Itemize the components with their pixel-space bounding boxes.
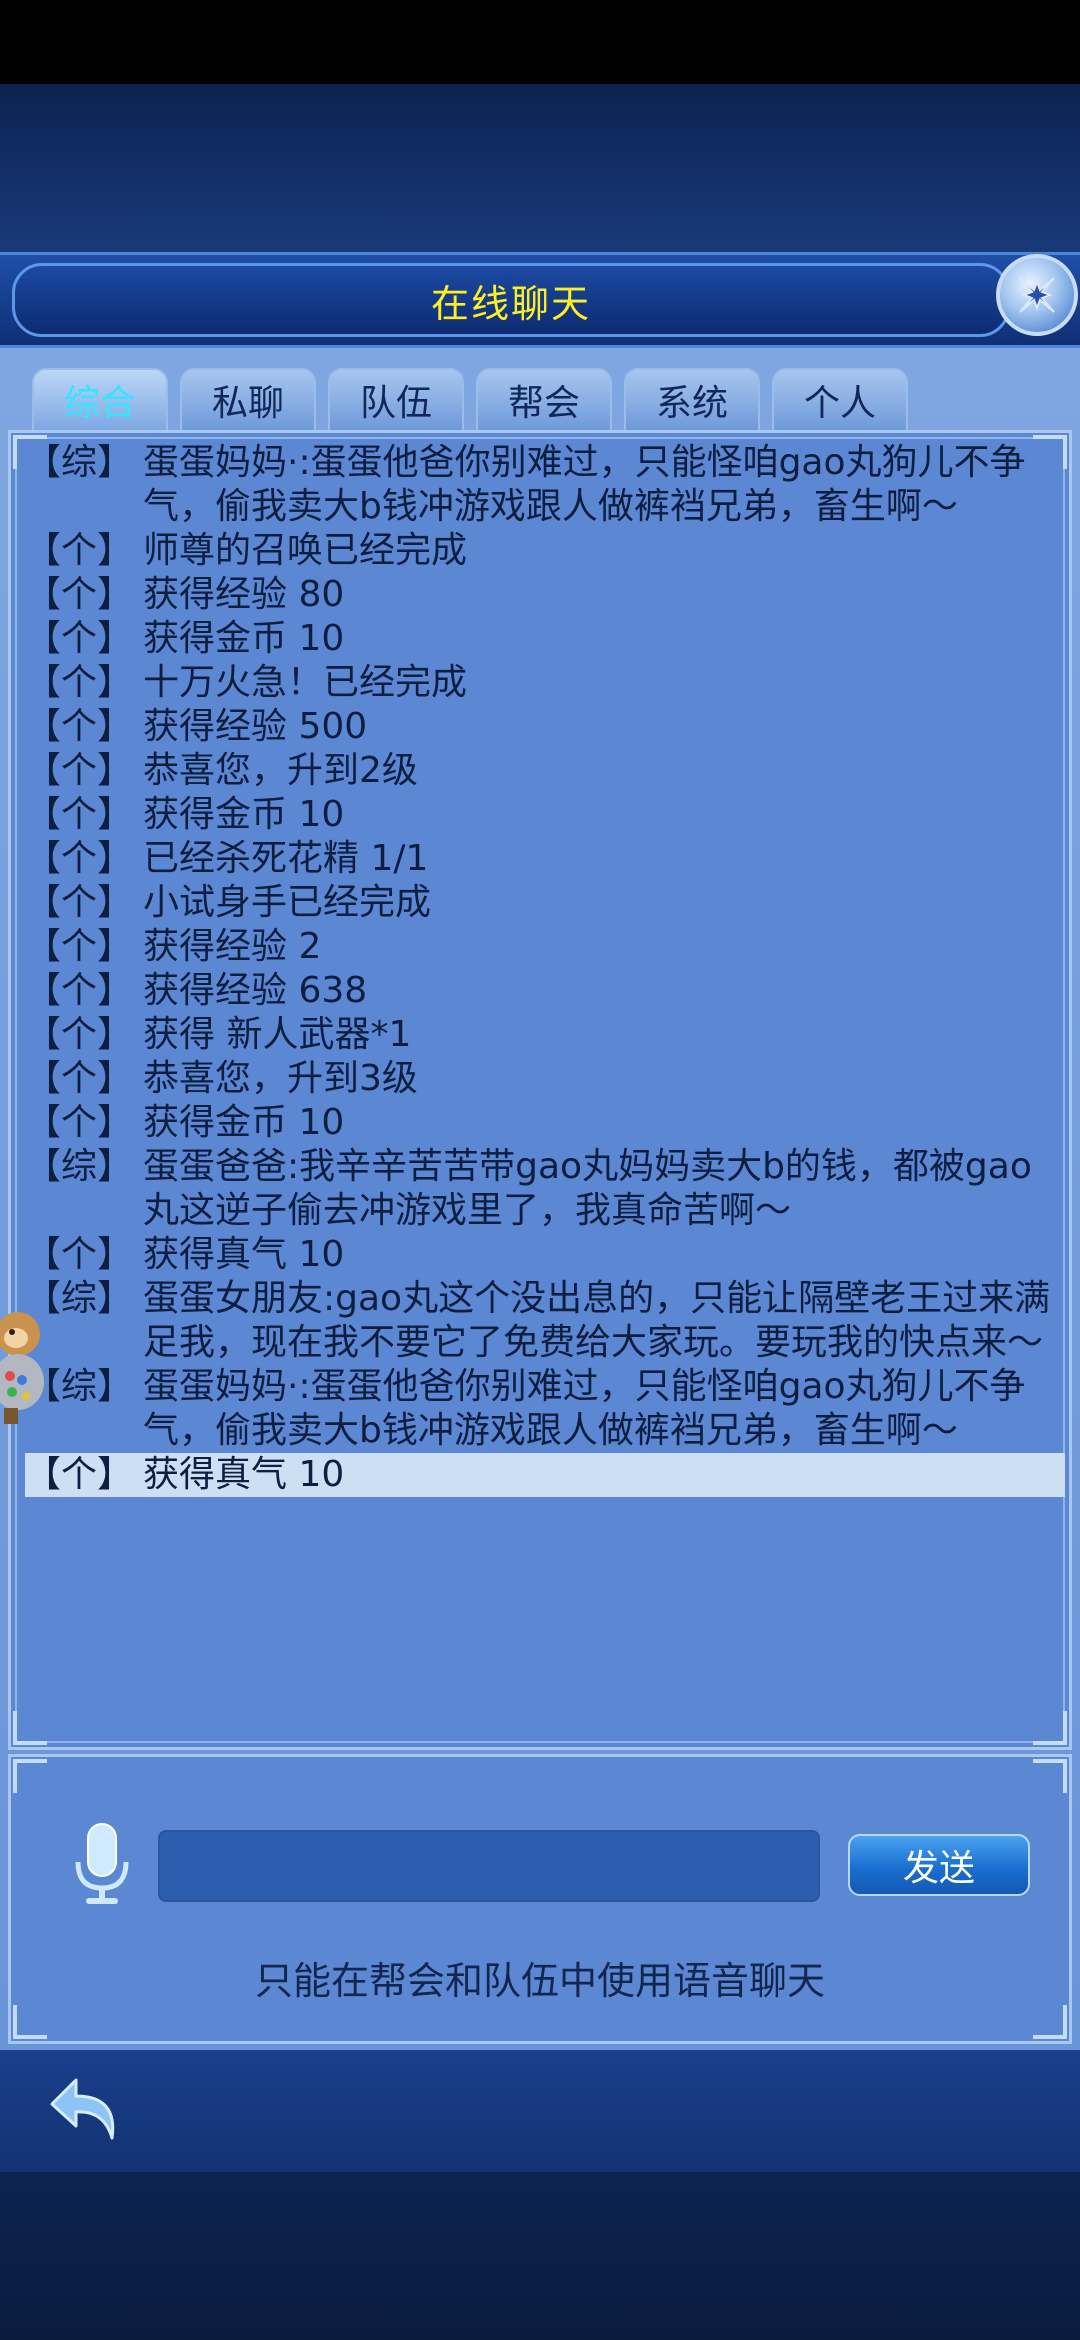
voice-chat-hint: 只能在帮会和队伍中使用语音聊天 [254,1959,825,2003]
message-row: 【综】 蛋蛋妈妈·:蛋蛋他爸你别难过，只能怪咱gao丸狗儿不争气，偷我卖大b钱冲游… [25,441,1065,529]
frame-corner [13,1759,47,1793]
message-text: 蛋蛋妈妈·:蛋蛋他爸你别难过，只能怪咱gao丸狗儿不争气，偷我卖大b钱冲游戏跟人… [143,1366,1026,1451]
message-row: 【个】 获得经验 2 [25,925,1065,969]
channel-tag: 【个】 [25,794,134,835]
header-title-plate: 在线聊天 [12,263,1010,337]
frame-corner [13,2005,47,2039]
message-text: 小试身手已经完成 [143,882,432,923]
channel-tag: 【个】 [25,618,134,659]
channel-tag: 【个】 [25,1102,134,1143]
message-row-highlighted: 【个】 获得真气 10 [25,1453,1065,1497]
footer-bar [0,2050,1080,2172]
channel-tag: 【综】 [25,1146,134,1187]
frame-corner [1033,1759,1067,1793]
message-list: 【综】 蛋蛋妈妈·:蛋蛋他爸你别难过，只能怪咱gao丸狗儿不争气，偷我卖大b钱冲游… [25,441,1065,1497]
message-text: 已经杀死花精 1/1 [143,838,429,879]
message-text: 获得真气 10 [143,1454,345,1495]
back-arrow-icon[interactable] [46,2066,130,2150]
send-button[interactable]: 发送 [848,1834,1030,1896]
tab-personal[interactable]: 个人 [772,368,908,430]
channel-tag: 【个】 [25,1454,134,1495]
message-row: 【个】 获得真气 10 [25,1233,1065,1277]
channel-tag: 【综】 [25,442,134,483]
message-row: 【个】 获得 新人武器*1 [25,1013,1065,1057]
close-button[interactable] [996,254,1078,336]
message-row: 【综】 蛋蛋爸爸:我辛辛苦苦带gao丸妈妈卖大b的钱，都被gao丸这逆子偷去冲游戏… [25,1145,1065,1233]
message-text: 十万火急！已经完成 [143,662,468,703]
message-text: 获得金币 10 [143,794,345,835]
message-row: 【个】 十万火急！已经完成 [25,661,1065,705]
message-row: 【个】 获得金币 10 [25,1101,1065,1145]
message-text: 蛋蛋女朋友:gao丸这个没出息的，只能让隔壁老王过来满足我，现在我不要它了免费给… [143,1278,1051,1363]
channel-tag: 【个】 [25,662,134,703]
channel-tag: 【个】 [25,838,134,879]
message-row: 【个】 获得经验 500 [25,705,1065,749]
status-bar [0,0,1080,84]
message-text: 获得真气 10 [143,1234,345,1275]
channel-tag: 【个】 [25,706,134,747]
message-text: 获得 新人武器*1 [143,1014,412,1055]
tab-guild[interactable]: 帮会 [476,368,612,430]
channel-tag: 【个】 [25,1234,134,1275]
message-text: 恭喜您，升到2级 [143,750,418,791]
message-row: 【个】 获得金币 10 [25,793,1065,837]
frame-corner [13,1711,47,1745]
message-text: 蛋蛋爸爸:我辛辛苦苦带gao丸妈妈卖大b的钱，都被gao丸这逆子偷去冲游戏里了，… [143,1146,1032,1231]
message-text: 师尊的召唤已经完成 [143,530,468,571]
message-input[interactable] [158,1830,820,1902]
frame-corner [1033,1711,1067,1745]
message-text: 获得经验 2 [143,926,322,967]
channel-tag: 【个】 [25,926,134,967]
background-top [0,84,1080,254]
message-text: 获得经验 80 [143,574,345,615]
message-row: 【综】 蛋蛋女朋友:gao丸这个没出息的，只能让隔壁老王过来满足我，现在我不要它了… [25,1277,1065,1365]
tab-system[interactable]: 系统 [624,368,760,430]
microphone-icon[interactable] [72,1822,132,1908]
channel-tag: 【个】 [25,530,134,571]
tab-team[interactable]: 队伍 [328,368,464,430]
message-text: 蛋蛋妈妈·:蛋蛋他爸你别难过，只能怪咱gao丸狗儿不争气，偷我卖大b钱冲游戏跟人… [143,442,1026,527]
message-log[interactable]: 【综】 蛋蛋妈妈·:蛋蛋他爸你别难过，只能怪咱gao丸狗儿不争气，偷我卖大b钱冲游… [8,430,1072,1750]
message-row: 【个】 已经杀死花精 1/1 [25,837,1065,881]
message-row: 【个】 获得经验 638 [25,969,1065,1013]
tab-general[interactable]: 综合 [32,368,168,430]
mascot-icon[interactable] [0,1304,52,1428]
channel-tag: 【个】 [25,750,134,791]
channel-tag: 【个】 [25,574,134,615]
close-x-icon [1019,277,1055,313]
message-row: 【综】 蛋蛋妈妈·:蛋蛋他爸你别难过，只能怪咱gao丸狗儿不争气，偷我卖大b钱冲游… [25,1365,1065,1453]
message-text: 获得经验 500 [143,706,368,747]
message-row: 【个】 恭喜您，升到3级 [25,1057,1065,1101]
channel-tag: 【个】 [25,1014,134,1055]
message-text: 获得经验 638 [143,970,368,1011]
page-title: 在线聊天 [430,281,591,326]
message-text: 恭喜您，升到3级 [143,1058,418,1099]
message-text: 获得金币 10 [143,1102,345,1143]
channel-tag: 【个】 [25,882,134,923]
message-row: 【个】 师尊的召唤已经完成 [25,529,1065,573]
message-row: 【个】 获得金币 10 [25,617,1065,661]
message-text: 获得金币 10 [143,618,345,659]
message-row: 【个】 小试身手已经完成 [25,881,1065,925]
frame-corner [1033,2005,1067,2039]
channel-tag: 【个】 [25,970,134,1011]
tab-private[interactable]: 私聊 [180,368,316,430]
header-bar: 在线聊天 [0,252,1080,348]
message-row: 【个】 恭喜您，升到2级 [25,749,1065,793]
channel-tag: 【个】 [25,1058,134,1099]
message-row: 【个】 获得经验 80 [25,573,1065,617]
